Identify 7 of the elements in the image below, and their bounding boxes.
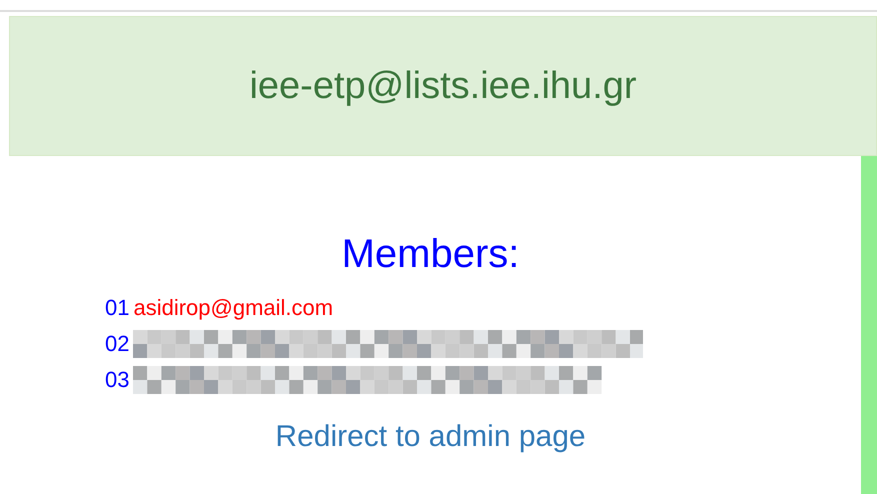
- member-number: 03: [105, 366, 130, 394]
- members-heading: Members:: [342, 231, 520, 278]
- member-number: 01: [105, 294, 130, 322]
- list-address-title: iee-etp@lists.iee.ihu.gr: [249, 64, 637, 108]
- member-email: asidirop@gmail.com: [133, 294, 334, 322]
- admin-page-link[interactable]: Redirect to admin page: [275, 420, 586, 453]
- member-number: 02: [105, 330, 130, 358]
